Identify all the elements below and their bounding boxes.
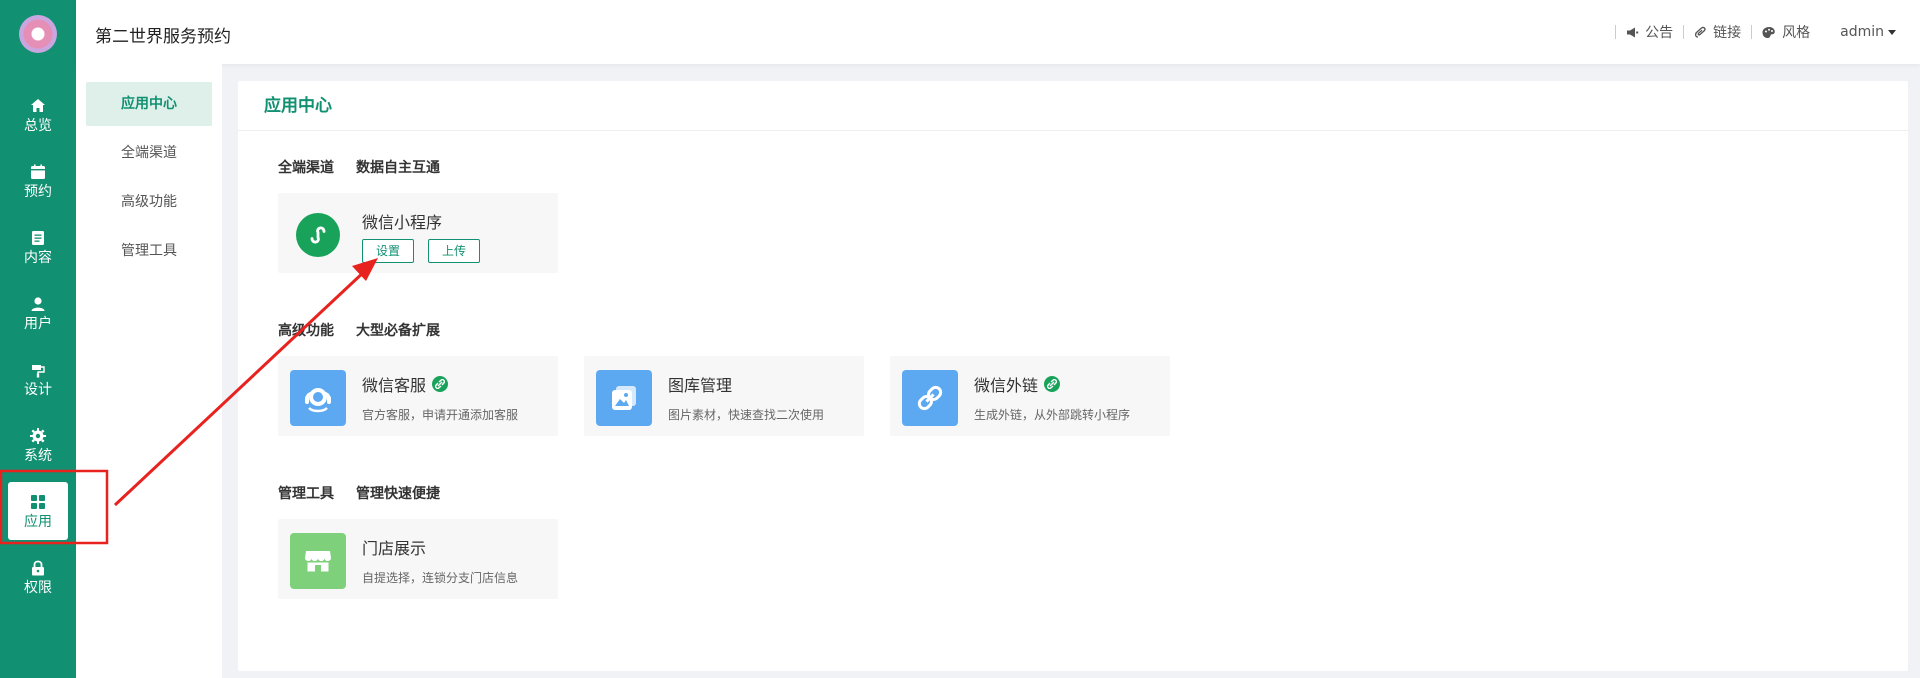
section-title: 管理工具 — [278, 486, 334, 502]
gallery-icon — [596, 370, 652, 426]
top-header: 第二世界服务预约 公告 链接 风格 admin — [76, 0, 1920, 64]
rail-item-users[interactable]: 用户 — [8, 284, 68, 342]
rail-item-label: 权限 — [24, 579, 52, 596]
divider — [1683, 25, 1685, 39]
card-title: 微信小程序 — [362, 209, 442, 233]
caret-down-icon — [1888, 29, 1896, 35]
divider — [1615, 25, 1617, 39]
section-subtitle: 管理快速便捷 — [356, 486, 440, 502]
style-label: 风格 — [1782, 25, 1811, 41]
rail-item-system[interactable]: 系统 — [8, 416, 68, 474]
card-name: 图库管理 — [668, 376, 733, 395]
rail-item-permissions[interactable]: 权限 — [8, 548, 68, 606]
rail-item-overview[interactable]: 总览 — [8, 86, 68, 144]
divider — [1751, 25, 1753, 39]
card-title: 微信客服 — [362, 372, 449, 396]
card-title: 门店展示 — [362, 535, 426, 559]
announcement-label: 公告 — [1645, 25, 1674, 41]
section-title: 全端渠道 — [278, 160, 334, 176]
rail-item-design[interactable]: 设计 — [8, 350, 68, 408]
card-title: 微信外链 — [974, 372, 1061, 396]
document-icon — [32, 230, 44, 245]
rail-item-content[interactable]: 内容 — [8, 218, 68, 276]
links-label: 链接 — [1713, 25, 1742, 41]
grid-icon — [31, 494, 45, 509]
app-card-customer-service[interactable]: 微信客服 官方客服，申请开通添加客服 — [278, 356, 558, 436]
subnav-item-channels[interactable]: 全端渠道 — [86, 131, 212, 175]
card-description: 图片素材，快速查找二次使用 — [668, 408, 825, 422]
card-name: 门店展示 — [362, 539, 427, 558]
section-subtitle: 数据自主互通 — [356, 160, 440, 176]
customer-service-icon — [290, 370, 346, 426]
user-menu[interactable]: admin — [1840, 24, 1896, 40]
gear-icon — [30, 427, 46, 444]
rail-item-label: 应用 — [24, 513, 52, 530]
rail-item-apps[interactable]: 应用 — [8, 482, 68, 540]
app-card-gallery[interactable]: 图库管理 图片素材，快速查找二次使用 — [584, 356, 864, 436]
section-heading: 全端渠道 数据自主互通 — [278, 158, 462, 178]
rail-item-label: 设计 — [24, 381, 52, 398]
rail-item-booking[interactable]: 预约 — [8, 152, 68, 210]
links-link[interactable]: 链接 — [1694, 22, 1741, 42]
subnav-item-advanced[interactable]: 高级功能 — [86, 180, 212, 224]
section-tools: 管理工具 管理快速便捷 — [278, 484, 462, 504]
upload-button[interactable]: 上传 — [428, 239, 481, 263]
card-title: 图库管理 — [668, 372, 732, 396]
card-actions: 设置 上传 — [362, 239, 481, 263]
app-title: 第二世界服务预约 — [95, 27, 231, 47]
rail-item-label: 内容 — [24, 249, 52, 266]
user-icon — [31, 296, 45, 311]
section-heading: 高级功能 大型必备扩展 — [278, 321, 462, 341]
lock-icon — [32, 560, 44, 575]
subnav-item-app-center[interactable]: 应用中心 — [86, 82, 212, 126]
rail-item-label: 系统 — [24, 447, 52, 464]
store-icon — [290, 533, 346, 589]
home-icon — [31, 98, 45, 112]
page-title: 应用中心 — [238, 81, 1908, 131]
paperclip-icon — [1695, 26, 1706, 38]
user-name: admin — [1840, 24, 1884, 40]
paint-icon — [32, 364, 45, 377]
style-link[interactable]: 风格 — [1762, 22, 1810, 42]
rail-item-label: 用户 — [24, 315, 52, 332]
card-description: 官方客服，申请开通添加客服 — [362, 408, 519, 422]
rail-item-label: 总览 — [24, 117, 52, 134]
app-logo[interactable] — [19, 15, 57, 53]
card-name: 微信外链 — [974, 376, 1039, 395]
card-description: 自提选择，连锁分支门店信息 — [362, 571, 519, 585]
palette-icon — [1762, 26, 1775, 38]
section-heading: 管理工具 管理快速便捷 — [278, 484, 462, 504]
section-advanced: 高级功能 大型必备扩展 — [278, 321, 462, 341]
rail-item-label: 预约 — [24, 183, 52, 200]
card-name: 微信小程序 — [362, 213, 443, 232]
subnav-item-tools[interactable]: 管理工具 — [86, 229, 212, 273]
app-card-store[interactable]: 门店展示 自提选择，连锁分支门店信息 — [278, 519, 558, 599]
icon-rail: 总览 预约 内容 用户 设计 系统 应用 权限 — [0, 0, 76, 678]
section-title: 高级功能 — [278, 323, 334, 339]
megaphone-icon — [1627, 27, 1639, 37]
section-subtitle: 大型必备扩展 — [356, 323, 440, 339]
link-badge-icon — [432, 376, 449, 392]
header-actions: 公告 链接 风格 admin — [1605, 22, 1896, 42]
chain-link-icon — [902, 370, 958, 426]
app-card-external-link[interactable]: 微信外链 生成外链，从外部跳转小程序 — [890, 356, 1170, 436]
link-badge-icon — [1044, 376, 1061, 392]
settings-button[interactable]: 设置 — [362, 239, 415, 263]
calendar-icon — [31, 164, 45, 179]
card-name: 微信客服 — [362, 376, 427, 395]
app-card-mini-program[interactable]: 微信小程序 设置 上传 — [278, 193, 558, 273]
card-description: 生成外链，从外部跳转小程序 — [974, 408, 1131, 422]
main-panel: 应用中心 全端渠道 数据自主互通 微信小程序 设置 上传 高级功能 大型必备扩展 微… — [238, 81, 1908, 671]
announcement-link[interactable]: 公告 — [1626, 22, 1673, 42]
sub-navigation: 应用中心 全端渠道 高级功能 管理工具 — [76, 64, 222, 678]
mini-program-icon — [290, 207, 346, 263]
section-channels: 全端渠道 数据自主互通 — [278, 158, 462, 178]
